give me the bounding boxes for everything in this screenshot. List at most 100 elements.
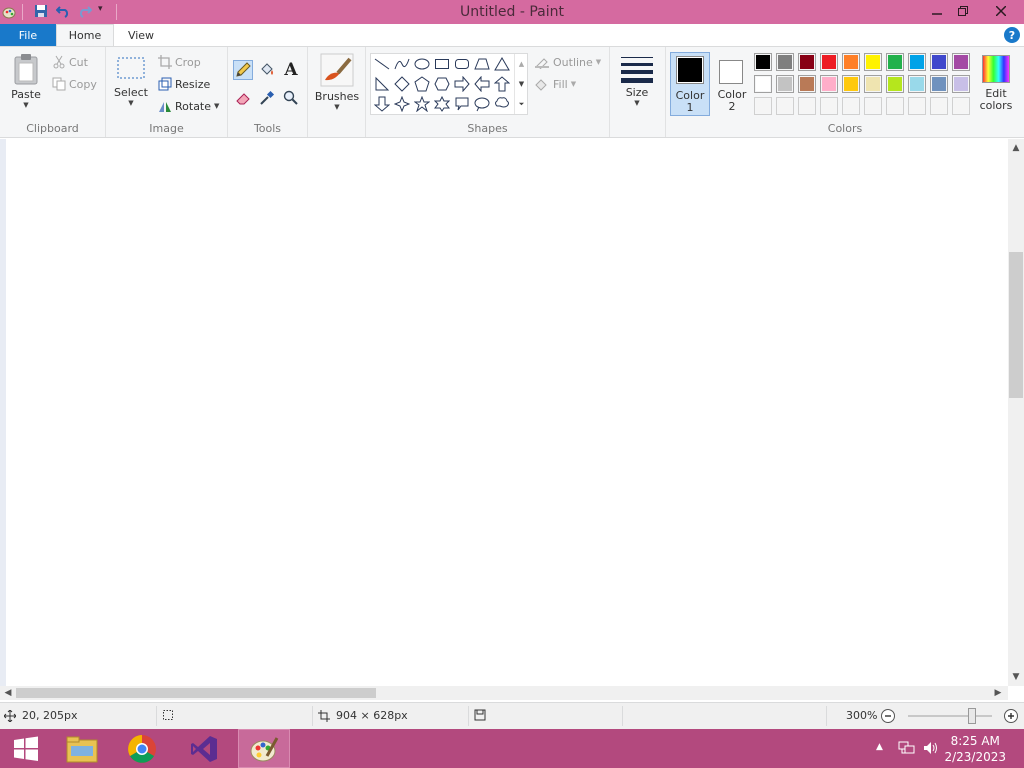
right-triangle-shape-icon[interactable] xyxy=(373,75,391,93)
five-point-star-shape-icon[interactable] xyxy=(413,95,431,113)
tab-view[interactable]: View xyxy=(114,24,168,46)
restore-button[interactable] xyxy=(948,0,978,22)
paint-taskbar-button[interactable] xyxy=(238,729,290,768)
brushes-button[interactable]: Brushes ▼ xyxy=(314,53,360,111)
pentagon-shape-icon[interactable] xyxy=(413,75,431,93)
palette-swatch[interactable] xyxy=(798,75,816,93)
diamond-shape-icon[interactable] xyxy=(393,75,411,93)
six-point-star-shape-icon[interactable] xyxy=(433,95,451,113)
right-arrow-shape-icon[interactable] xyxy=(453,75,471,93)
outline-button[interactable]: Outline ▼ xyxy=(534,55,601,69)
color2-button[interactable]: Color 2 xyxy=(712,52,752,116)
drawing-canvas[interactable] xyxy=(0,139,1008,686)
rounded-rectangle-shape-icon[interactable] xyxy=(453,55,471,73)
paste-button[interactable]: Paste ▼ xyxy=(6,53,46,109)
left-arrow-shape-icon[interactable] xyxy=(473,75,491,93)
oval-shape-icon[interactable] xyxy=(413,55,431,73)
color1-button[interactable]: Color 1 xyxy=(670,52,710,116)
line-shape-icon[interactable] xyxy=(373,55,391,73)
select-button[interactable]: Select ▼ xyxy=(114,55,148,107)
rotate-button[interactable]: Rotate ▼ xyxy=(158,99,219,113)
palette-swatch[interactable] xyxy=(754,75,772,93)
scroll-right-icon[interactable]: ▶ xyxy=(991,686,1005,700)
polygon-shape-icon[interactable] xyxy=(473,55,491,73)
pencil-tool[interactable] xyxy=(233,60,253,80)
zoom-slider-thumb[interactable] xyxy=(968,708,977,724)
magnifier-tool[interactable] xyxy=(281,88,301,108)
palette-swatch[interactable] xyxy=(886,97,904,115)
clock[interactable]: 8:25 AM 2/23/2023 xyxy=(944,733,1006,765)
palette-swatch[interactable] xyxy=(754,97,772,115)
palette-swatch[interactable] xyxy=(886,53,904,71)
triangle-shape-icon[interactable] xyxy=(493,55,511,73)
palette-swatch[interactable] xyxy=(820,97,838,115)
tab-home[interactable]: Home xyxy=(56,24,114,46)
palette-swatch[interactable] xyxy=(842,75,860,93)
fill-button[interactable]: Fill ▼ xyxy=(534,77,576,91)
crop-button[interactable]: Crop xyxy=(158,55,201,69)
vertical-scrollbar[interactable] xyxy=(1008,139,1024,686)
network-icon[interactable] xyxy=(898,739,916,760)
palette-swatch[interactable] xyxy=(754,53,772,71)
shapes-scroll-down-icon[interactable]: ▼ xyxy=(515,74,528,94)
zoom-in-button[interactable] xyxy=(1003,708,1019,724)
palette-swatch[interactable] xyxy=(798,53,816,71)
four-point-star-shape-icon[interactable] xyxy=(393,95,411,113)
close-button[interactable] xyxy=(986,0,1016,22)
scroll-left-icon[interactable]: ◀ xyxy=(1,686,15,700)
palette-swatch[interactable] xyxy=(776,97,794,115)
palette-swatch[interactable] xyxy=(952,53,970,71)
tab-file[interactable]: File xyxy=(0,24,56,46)
vertical-scroll-thumb[interactable] xyxy=(1009,252,1023,398)
cloud-callout-shape-icon[interactable] xyxy=(493,95,511,113)
scroll-down-icon[interactable]: ▼ xyxy=(1009,670,1023,684)
palette-swatch[interactable] xyxy=(908,75,926,93)
rectangle-shape-icon[interactable] xyxy=(433,55,451,73)
palette-swatch[interactable] xyxy=(864,75,882,93)
copy-button[interactable]: Copy xyxy=(52,77,97,91)
palette-swatch[interactable] xyxy=(776,75,794,93)
eraser-tool[interactable] xyxy=(233,88,253,108)
oval-callout-shape-icon[interactable] xyxy=(473,95,491,113)
palette-swatch[interactable] xyxy=(864,53,882,71)
palette-swatch[interactable] xyxy=(842,53,860,71)
palette-swatch[interactable] xyxy=(820,53,838,71)
palette-swatch[interactable] xyxy=(952,97,970,115)
color-picker-tool[interactable] xyxy=(257,88,277,108)
palette-swatch[interactable] xyxy=(930,75,948,93)
zoom-out-button[interactable] xyxy=(880,708,896,724)
palette-swatch[interactable] xyxy=(842,97,860,115)
palette-swatch[interactable] xyxy=(776,53,794,71)
size-button[interactable]: Size ▼ xyxy=(616,53,658,107)
file-explorer-taskbar-button[interactable] xyxy=(56,729,108,768)
palette-swatch[interactable] xyxy=(930,97,948,115)
palette-swatch[interactable] xyxy=(908,97,926,115)
horizontal-scroll-thumb[interactable] xyxy=(16,688,376,698)
palette-swatch[interactable] xyxy=(952,75,970,93)
start-button[interactable] xyxy=(0,729,52,768)
hexagon-shape-icon[interactable] xyxy=(433,75,451,93)
cut-button[interactable]: Cut xyxy=(52,55,88,69)
edit-colors-button[interactable]: Edit colors xyxy=(974,55,1018,112)
palette-swatch[interactable] xyxy=(798,97,816,115)
curve-shape-icon[interactable] xyxy=(393,55,411,73)
chrome-taskbar-button[interactable] xyxy=(116,729,168,768)
text-tool[interactable]: A xyxy=(281,60,301,80)
scroll-up-icon[interactable]: ▲ xyxy=(1009,141,1023,155)
fill-tool[interactable] xyxy=(257,60,277,80)
visual-studio-taskbar-button[interactable] xyxy=(178,729,230,768)
down-arrow-shape-icon[interactable] xyxy=(373,95,391,113)
shapes-scroll-up-icon[interactable]: ▲ xyxy=(515,54,528,74)
palette-swatch[interactable] xyxy=(820,75,838,93)
volume-icon[interactable] xyxy=(922,739,940,760)
shapes-expand-icon[interactable]: ⏷ xyxy=(515,94,528,114)
help-icon[interactable]: ? xyxy=(1004,27,1020,43)
palette-swatch[interactable] xyxy=(930,53,948,71)
resize-button[interactable]: Resize xyxy=(158,77,210,91)
rounded-callout-shape-icon[interactable] xyxy=(453,95,471,113)
show-hidden-icons-icon[interactable]: ▲ xyxy=(876,742,883,752)
palette-swatch[interactable] xyxy=(908,53,926,71)
palette-swatch[interactable] xyxy=(864,97,882,115)
zoom-slider-track[interactable] xyxy=(908,715,992,717)
up-arrow-shape-icon[interactable] xyxy=(493,75,511,93)
